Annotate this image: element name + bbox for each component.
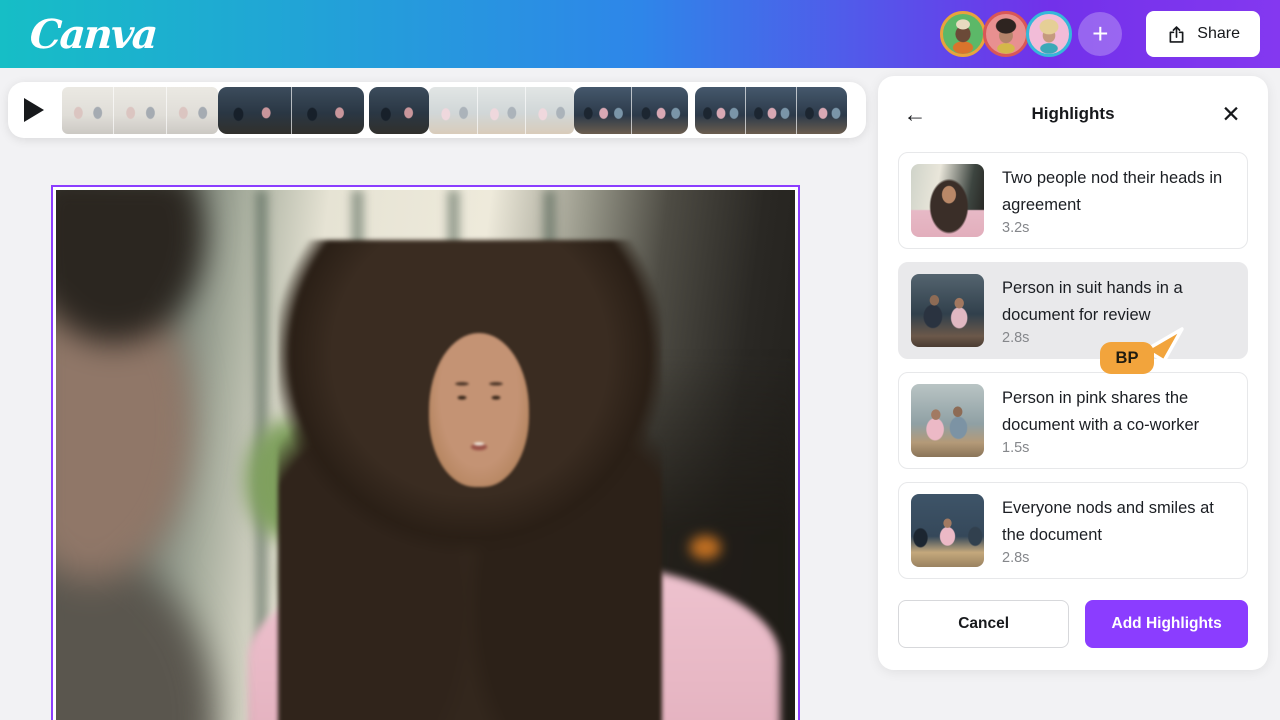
cancel-button[interactable]: Cancel bbox=[898, 600, 1069, 648]
filmstrip-segment-unselected[interactable] bbox=[62, 87, 218, 134]
highlight-title: Two people nod their heads in agreement bbox=[1002, 165, 1235, 219]
filmstrip-frame bbox=[166, 87, 218, 134]
avatar[interactable] bbox=[983, 11, 1029, 57]
highlights-panel: ← Highlights ✕ Two people nod their head… bbox=[878, 76, 1268, 670]
timeline-bar[interactable] bbox=[8, 82, 866, 138]
panel-title: Highlights bbox=[932, 104, 1214, 124]
filmstrip-frame bbox=[525, 87, 574, 134]
share-label: Share bbox=[1197, 25, 1240, 43]
avatar[interactable] bbox=[940, 11, 986, 57]
filmstrip-frame bbox=[695, 87, 745, 134]
filmstrip[interactable] bbox=[62, 87, 856, 134]
panel-header: ← Highlights ✕ bbox=[898, 76, 1248, 152]
highlight-card[interactable]: Person in suit hands in a document for r… bbox=[898, 262, 1248, 359]
highlight-thumbnail bbox=[911, 384, 984, 457]
collaborator-cursor: BP bbox=[1100, 326, 1192, 380]
play-icon bbox=[24, 98, 44, 122]
collaborator-avatars bbox=[943, 11, 1072, 57]
highlight-list: Two people nod their heads in agreement … bbox=[898, 152, 1248, 579]
filmstrip-segment-highlight[interactable] bbox=[574, 87, 688, 134]
close-button[interactable]: ✕ bbox=[1214, 97, 1248, 131]
share-button[interactable]: Share bbox=[1146, 11, 1260, 57]
back-button[interactable]: ← bbox=[898, 97, 932, 131]
highlight-duration: 2.8s bbox=[1002, 550, 1235, 566]
highlight-card[interactable]: Everyone nods and smiles at the document… bbox=[898, 482, 1248, 579]
app-header: Canva + Share bbox=[0, 0, 1280, 68]
filmstrip-segment-highlight[interactable] bbox=[218, 87, 364, 134]
filmstrip-frame bbox=[62, 87, 113, 134]
highlight-title: Everyone nods and smiles at the document bbox=[1002, 495, 1235, 549]
filmstrip-frame bbox=[631, 87, 689, 134]
highlight-duration: 3.2s bbox=[1002, 220, 1235, 236]
filmstrip-segment-unselected[interactable] bbox=[429, 87, 574, 134]
filmstrip-segment-highlight[interactable] bbox=[695, 87, 847, 134]
add-highlights-button[interactable]: Add Highlights bbox=[1085, 600, 1248, 648]
video-preview bbox=[56, 190, 795, 720]
foreground-man bbox=[56, 190, 300, 720]
highlight-thumbnail bbox=[911, 164, 984, 237]
filmstrip-frame bbox=[796, 87, 847, 134]
segment-gap bbox=[688, 87, 695, 134]
highlight-title: Person in suit hands in a document for r… bbox=[1002, 275, 1235, 329]
filmstrip-frame bbox=[429, 87, 477, 134]
share-icon bbox=[1166, 24, 1187, 45]
filmstrip-frame bbox=[745, 87, 796, 134]
panel-footer: Cancel Add Highlights bbox=[898, 600, 1248, 648]
avatar[interactable] bbox=[1026, 11, 1072, 57]
filmstrip-frame bbox=[369, 87, 429, 134]
video-canvas[interactable] bbox=[51, 185, 800, 720]
filmstrip-frame bbox=[113, 87, 165, 134]
filmstrip-segment-highlight[interactable] bbox=[369, 87, 429, 134]
play-button[interactable] bbox=[24, 97, 46, 123]
filmstrip-frame bbox=[218, 87, 291, 134]
highlight-card[interactable]: Two people nod their heads in agreement … bbox=[898, 152, 1248, 249]
woman-face bbox=[429, 333, 529, 487]
filmstrip-frame bbox=[574, 87, 631, 134]
highlight-title: Person in pink shares the document with … bbox=[1002, 385, 1235, 439]
collaborator-badge: BP bbox=[1100, 342, 1154, 374]
filmstrip-frame bbox=[477, 87, 526, 134]
highlight-card[interactable]: Person in pink shares the document with … bbox=[898, 372, 1248, 469]
highlight-thumbnail bbox=[911, 274, 984, 347]
highlight-duration: 1.5s bbox=[1002, 440, 1235, 456]
add-collaborator-button[interactable]: + bbox=[1078, 12, 1122, 56]
filmstrip-frame bbox=[291, 87, 365, 134]
highlight-thumbnail bbox=[911, 494, 984, 567]
canva-logo[interactable]: Canva bbox=[28, 11, 157, 58]
